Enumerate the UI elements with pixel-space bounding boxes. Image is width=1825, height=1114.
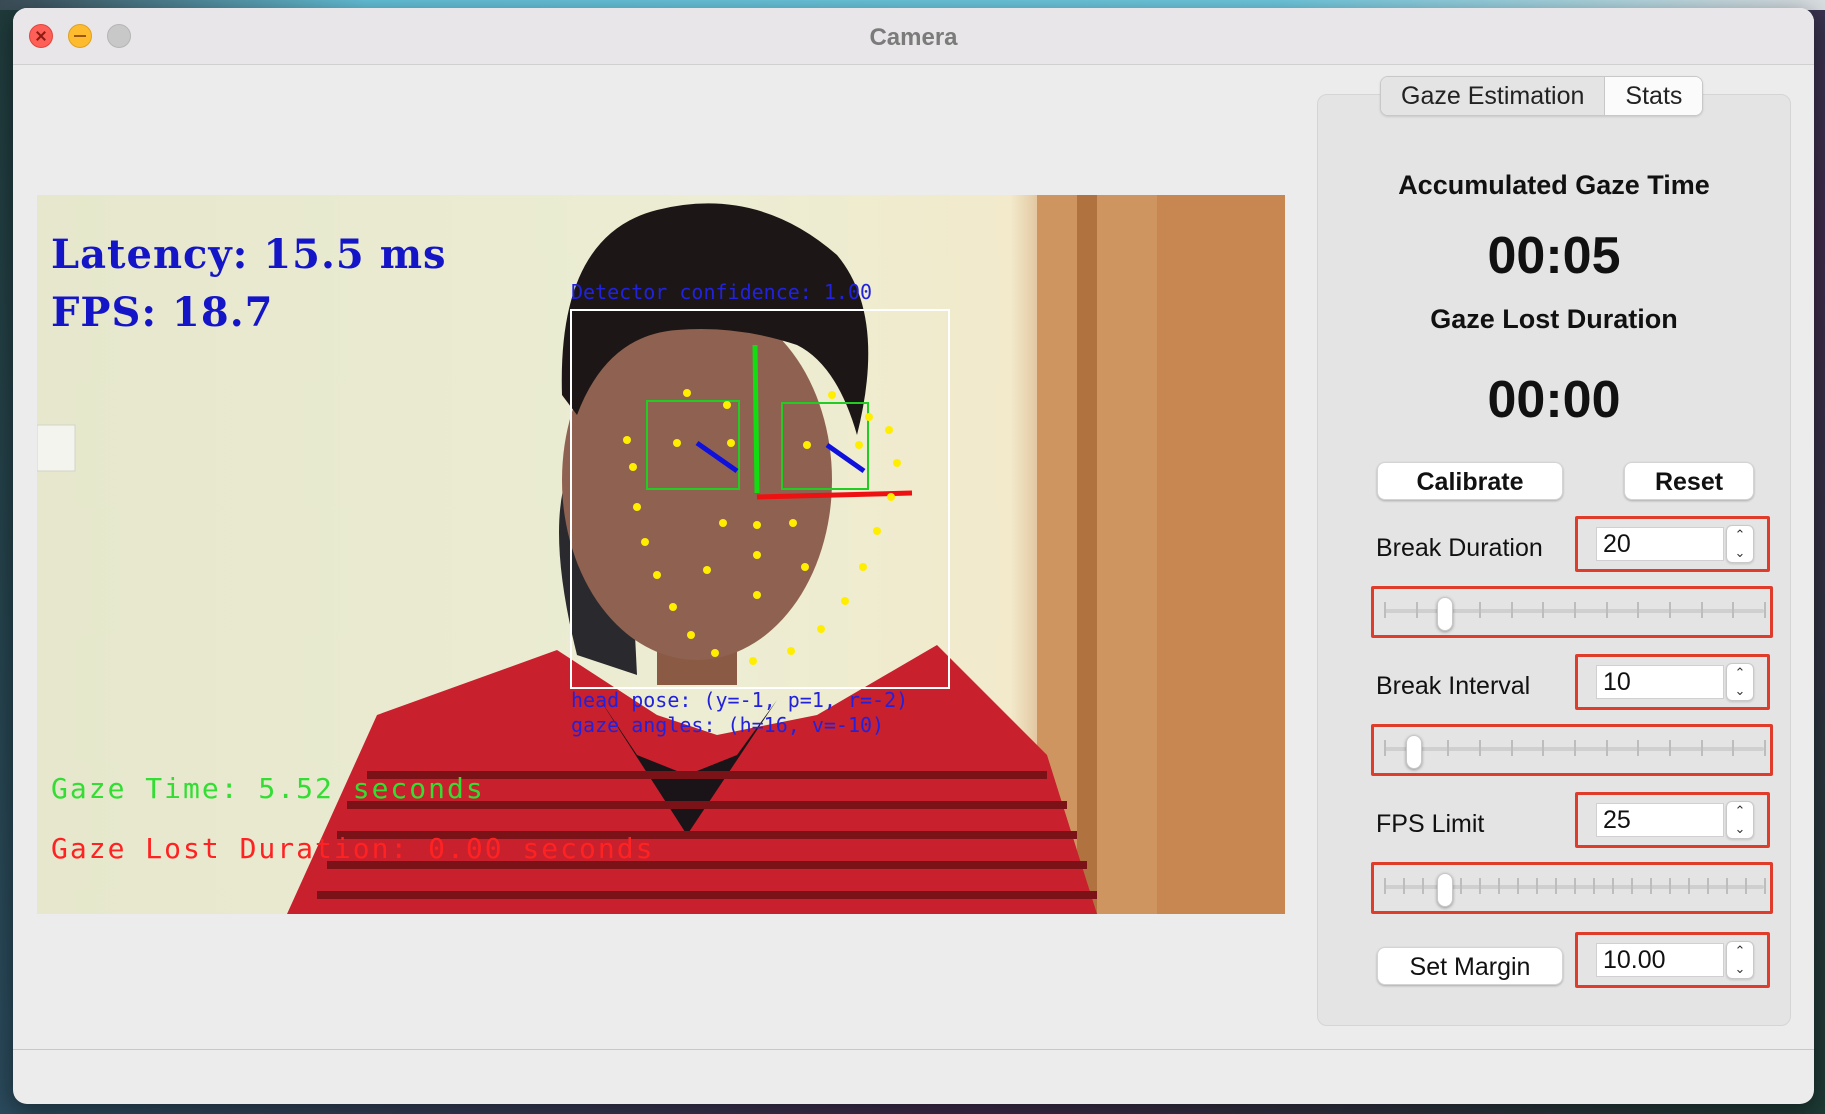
set-margin-button[interactable]: Set Margin xyxy=(1377,947,1563,985)
slider-tick xyxy=(1542,740,1545,756)
slider-tick xyxy=(1700,602,1703,618)
break-interval-highlight: 10 ⌃ ⌄ xyxy=(1575,654,1770,710)
slider-tick xyxy=(1510,602,1513,618)
slider-tick xyxy=(1479,878,1481,894)
accumulated-gaze-time-value: 00:05 xyxy=(1487,227,1621,285)
door-edge xyxy=(1077,195,1097,914)
slider-tick xyxy=(1726,878,1728,894)
slider-tick xyxy=(1422,878,1424,894)
break-duration-input[interactable]: 20 xyxy=(1596,527,1724,561)
fps-limit-slider[interactable] xyxy=(1436,873,1453,907)
slider-tick xyxy=(1593,878,1595,894)
break-duration-label: Break Duration xyxy=(1376,534,1543,562)
break-duration-slider[interactable] xyxy=(1436,597,1453,631)
slider-tick xyxy=(1605,740,1608,756)
slider-tick xyxy=(1460,878,1462,894)
wall-switch xyxy=(37,424,76,472)
slider-tick xyxy=(1764,740,1766,756)
slider-tick xyxy=(1612,878,1614,894)
slider-tick xyxy=(1498,878,1500,894)
door-panel xyxy=(1157,195,1285,914)
margin-highlight: 10.00 ⌃ ⌄ xyxy=(1575,932,1770,988)
chevron-down-icon[interactable]: ⌄ xyxy=(1727,960,1753,978)
fps-limit-slider-highlight xyxy=(1371,862,1773,914)
slider-tick xyxy=(1764,878,1766,894)
slider-tick xyxy=(1669,602,1671,618)
camera-window: Camera Latency: 15.5 ms FPS: 18.7 Detect… xyxy=(13,8,1814,1104)
slider-tick xyxy=(1574,740,1576,756)
reset-button[interactable]: Reset xyxy=(1624,462,1754,500)
slider-tick xyxy=(1479,740,1481,756)
fps-limit-label: FPS Limit xyxy=(1376,810,1485,838)
break-interval-label: Break Interval xyxy=(1376,672,1531,700)
slider-tick xyxy=(1688,878,1690,894)
window-title: Camera xyxy=(869,24,958,51)
gaze-lost-duration-value: 00:00 xyxy=(1487,371,1621,429)
break-duration-slider-highlight xyxy=(1371,586,1773,638)
chevron-up-icon[interactable]: ⌃ xyxy=(1727,664,1753,682)
slider-tick xyxy=(1637,740,1640,756)
slider-tick xyxy=(1707,878,1709,894)
break-duration-highlight: 20 ⌃ ⌄ xyxy=(1575,516,1770,572)
tab-gaze-estimation[interactable]: Gaze Estimation xyxy=(1381,77,1606,115)
gaze-lost-duration-label: Gaze Lost Duration xyxy=(1430,304,1678,334)
slider-tick xyxy=(1574,878,1576,894)
slider-tick xyxy=(1745,878,1747,894)
chevron-down-icon[interactable]: ⌄ xyxy=(1727,820,1753,838)
gaze-angles-overlay: gaze angles: (h=16, v=-10) xyxy=(571,713,885,737)
title-bar: Camera xyxy=(13,8,1814,65)
slider-tick xyxy=(1517,878,1519,894)
slider-tick xyxy=(1764,602,1766,618)
slider-tick xyxy=(1605,602,1608,618)
chevron-up-icon[interactable]: ⌃ xyxy=(1727,526,1753,544)
calibrate-button[interactable]: Calibrate xyxy=(1377,462,1563,500)
slider-tick xyxy=(1447,740,1450,756)
fps-overlay: FPS: 18.7 xyxy=(51,289,274,336)
tab-bar: Gaze Estimation Stats xyxy=(1380,76,1704,116)
slider-tick xyxy=(1650,878,1652,894)
accumulated-gaze-time-label: Accumulated Gaze Time xyxy=(1398,170,1710,200)
camera-feed: Latency: 15.5 ms FPS: 18.7 Detector conf… xyxy=(37,195,1285,914)
slider-tick xyxy=(1631,878,1633,894)
status-bar-divider xyxy=(13,1049,1814,1050)
head-pose-overlay: head pose: (y=-1, p=1, r=-2) xyxy=(571,688,909,712)
slider-tick xyxy=(1536,878,1538,894)
slider-tick xyxy=(1637,602,1640,618)
slider-tick xyxy=(1700,740,1703,756)
gaze-lost-overlay: Gaze Lost Duration: 0.00 seconds xyxy=(51,832,655,865)
gaze-time-overlay: Gaze Time: 5.52 seconds xyxy=(51,772,485,805)
slider-tick xyxy=(1669,878,1671,894)
slider-tick xyxy=(1732,602,1735,618)
chevron-down-icon[interactable]: ⌄ xyxy=(1727,544,1753,562)
detector-confidence-overlay: Detector confidence: 1.00 xyxy=(571,280,873,304)
slider-tick xyxy=(1732,740,1735,756)
break-interval-stepper[interactable]: ⌃ ⌄ xyxy=(1726,663,1754,701)
slider-tick xyxy=(1384,602,1386,618)
latency-overlay: Latency: 15.5 ms xyxy=(51,231,447,278)
margin-input[interactable]: 10.00 xyxy=(1596,943,1724,977)
head-pose-axis-y xyxy=(752,344,760,494)
slider-tick xyxy=(1669,740,1671,756)
tab-stats[interactable]: Stats xyxy=(1605,77,1703,115)
margin-stepper[interactable]: ⌃ ⌄ xyxy=(1726,941,1754,979)
break-interval-input[interactable]: 10 xyxy=(1596,665,1724,699)
fps-limit-input[interactable]: 25 xyxy=(1596,803,1724,837)
slider-tick xyxy=(1403,878,1405,894)
slider-tick xyxy=(1574,602,1576,618)
slider-tick xyxy=(1479,602,1481,618)
slider-tick xyxy=(1555,878,1557,894)
fps-limit-stepper[interactable]: ⌃ ⌄ xyxy=(1726,801,1754,839)
chevron-down-icon[interactable]: ⌄ xyxy=(1727,682,1753,700)
slider-tick xyxy=(1510,740,1513,756)
slider-tick xyxy=(1384,878,1386,894)
slider-tick xyxy=(1542,602,1545,618)
slider-tick xyxy=(1415,602,1418,618)
break-interval-slider-highlight xyxy=(1371,724,1773,776)
slider-tick xyxy=(1384,740,1386,756)
fps-limit-highlight: 25 ⌃ ⌄ xyxy=(1575,792,1770,848)
break-duration-stepper[interactable]: ⌃ ⌄ xyxy=(1726,525,1754,563)
break-interval-slider[interactable] xyxy=(1406,735,1423,769)
chevron-up-icon[interactable]: ⌃ xyxy=(1727,802,1753,820)
chevron-up-icon[interactable]: ⌃ xyxy=(1727,942,1753,960)
